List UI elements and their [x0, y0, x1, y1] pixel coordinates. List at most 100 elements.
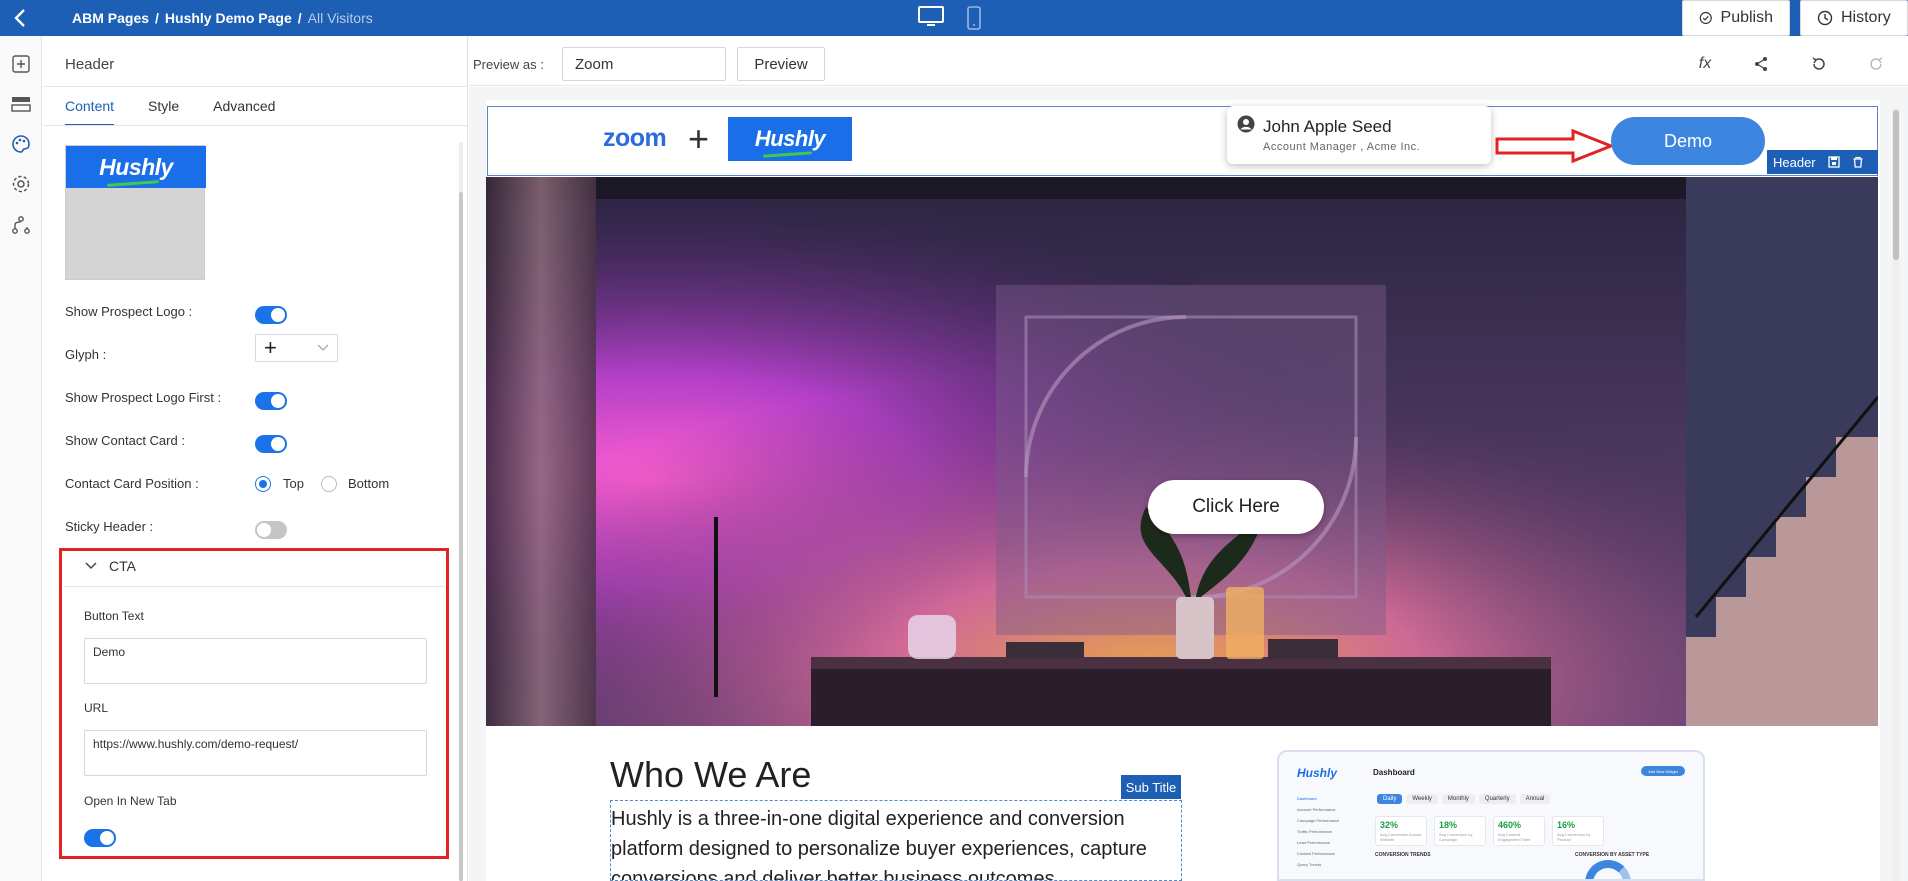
dashboard-section-title: CONVERSION TRENDS — [1375, 852, 1431, 858]
stat-label: Avg Conversion Across Website — [1380, 832, 1422, 842]
stat-label: Avg Conversion by Campaign — [1439, 832, 1473, 842]
mobile-icon[interactable] — [966, 6, 982, 30]
header-element-tag: Header — [1767, 150, 1878, 174]
preview-button[interactable]: Preview — [737, 47, 825, 81]
divider — [63, 586, 445, 587]
subtitle-element-tag: Sub Title — [1121, 775, 1181, 799]
dashboard-stat: 460% Avg Content Engagement Time — [1493, 816, 1545, 846]
dashboard-side-item: Account Performance — [1297, 807, 1336, 812]
breadcrumb-separator: / — [297, 10, 302, 26]
open-new-tab-toggle[interactable] — [84, 829, 116, 847]
red-arrow-icon — [1495, 128, 1615, 164]
show-prospect-logo-first-label: Show Prospect Logo First : — [65, 390, 222, 405]
dashboard-tab: Quarterly — [1478, 794, 1516, 804]
top-bar: ABM Pages / Hushly Demo Page / All Visit… — [0, 0, 1908, 36]
desktop-icon[interactable] — [918, 6, 944, 28]
device-switch — [918, 6, 982, 30]
button-text-label: Button Text — [84, 609, 144, 623]
icon-rail — [0, 36, 42, 881]
show-prospect-logo-toggle[interactable] — [255, 306, 287, 324]
dashboard-stat: 18% Avg Conversion by Campaign — [1434, 816, 1486, 846]
hero-illustration — [486, 177, 1878, 726]
radio-top[interactable] — [255, 476, 271, 492]
dashboard-side-item: Traffic Performance — [1297, 829, 1332, 834]
click-here-button[interactable]: Click Here — [1148, 480, 1324, 534]
chevron-down-icon — [85, 562, 97, 570]
brand-logo: Hushly — [728, 117, 852, 161]
hushly-logo: Hushly — [99, 153, 173, 187]
dashboard-tabs: Daily Weekly Monthly Quarterly Annual — [1377, 794, 1551, 804]
open-new-tab-label: Open In New Tab — [84, 794, 177, 808]
glyph-value: + — [264, 335, 277, 360]
cta-header[interactable]: CTA — [85, 558, 136, 574]
sections-icon[interactable] — [9, 92, 33, 116]
trash-icon[interactable] — [1852, 156, 1864, 168]
panel-scrollbar[interactable] — [459, 192, 463, 881]
fx-icon[interactable]: fx — [1693, 52, 1717, 76]
dashboard-side-item: Campaign Performance — [1297, 818, 1340, 823]
header-tag-label: Header — [1773, 154, 1816, 170]
url-field[interactable]: https://www.hushly.com/demo-request/ — [84, 730, 427, 776]
back-button[interactable] — [0, 0, 40, 36]
dashboard-tab: Weekly — [1406, 794, 1438, 804]
panel-tabs: Content Style Advanced — [65, 98, 275, 126]
glyph-select[interactable]: + — [255, 334, 338, 362]
logo-text: Hushly — [99, 153, 173, 180]
preview-as-select[interactable]: Zoom — [562, 47, 726, 81]
hushly-logo: Hushly — [755, 126, 826, 158]
share-icon[interactable] — [1749, 52, 1773, 76]
contact-card: John Apple Seed Account Manager , Acme I… — [1227, 106, 1491, 164]
dashboard-add-button: Add New Widget — [1641, 766, 1685, 776]
history-button[interactable]: History — [1800, 0, 1908, 36]
dashboard-stat: 32% Avg Conversion Across Website — [1375, 816, 1427, 846]
glyph-label: Glyph : — [65, 347, 107, 362]
donut-chart — [1585, 860, 1631, 879]
sticky-header-label: Sticky Header : — [65, 519, 154, 534]
redo-icon[interactable] — [1864, 52, 1888, 76]
dashboard-tab: Annual — [1519, 794, 1551, 804]
history-icon — [1817, 10, 1833, 26]
logo-swoosh — [107, 179, 159, 187]
canvas-scrollbar[interactable] — [1893, 110, 1899, 260]
tab-style[interactable]: Style — [148, 98, 179, 126]
show-contact-card-label: Show Contact Card : — [65, 433, 185, 448]
flow-icon[interactable] — [9, 213, 33, 237]
divider — [43, 86, 467, 87]
show-prospect-logo-first-toggle[interactable] — [255, 392, 287, 410]
save-icon[interactable] — [1827, 156, 1840, 168]
dashboard-logo: Hushly — [1297, 766, 1338, 780]
show-contact-card-toggle[interactable] — [255, 435, 287, 453]
sticky-header-toggle[interactable] — [255, 521, 287, 539]
gear-icon[interactable] — [9, 172, 33, 196]
radio-top-label: Top — [283, 476, 304, 491]
add-icon[interactable] — [9, 52, 33, 76]
stat-label: Avg Content Engagement Time — [1498, 832, 1531, 842]
palette-icon[interactable] — [9, 132, 33, 156]
history-label: History — [1841, 9, 1891, 26]
radio-bottom-label: Bottom — [348, 476, 390, 491]
undo-icon[interactable] — [1807, 52, 1831, 76]
stat-value: 16% — [1557, 820, 1576, 830]
chevron-left-icon — [14, 9, 25, 27]
demo-button[interactable]: Demo — [1611, 117, 1765, 165]
preview-as-label: Preview as : — [473, 57, 544, 72]
check-circle-icon — [1699, 11, 1712, 25]
breadcrumb-page[interactable]: Hushly Demo Page — [165, 10, 292, 26]
divider — [43, 125, 467, 126]
contact-name: John Apple Seed — [1263, 117, 1392, 136]
contact-role: Account Manager , Acme Inc. — [1263, 141, 1421, 153]
publish-label: Publish — [1720, 9, 1773, 26]
logo-preview[interactable]: Hushly — [65, 145, 206, 280]
button-text-field[interactable]: Demo — [84, 638, 427, 684]
dashboard-mockup: Hushly Dashboard Add New Widget Dashboar… — [1277, 750, 1705, 881]
dashboard-stat: 16% Avg Conversion by Product — [1552, 816, 1604, 846]
publish-button[interactable]: Publish — [1682, 0, 1790, 36]
header-glyph: + — [688, 118, 710, 159]
tab-advanced[interactable]: Advanced — [213, 98, 275, 126]
dashboard-tab: Daily — [1377, 794, 1403, 804]
user-icon — [1237, 115, 1255, 133]
breadcrumb-abm-pages[interactable]: ABM Pages — [72, 10, 149, 26]
radio-bottom[interactable] — [321, 476, 337, 492]
who-we-are-body[interactable]: Hushly is a three-in-one digital experie… — [610, 800, 1182, 881]
tab-content[interactable]: Content — [65, 98, 115, 126]
